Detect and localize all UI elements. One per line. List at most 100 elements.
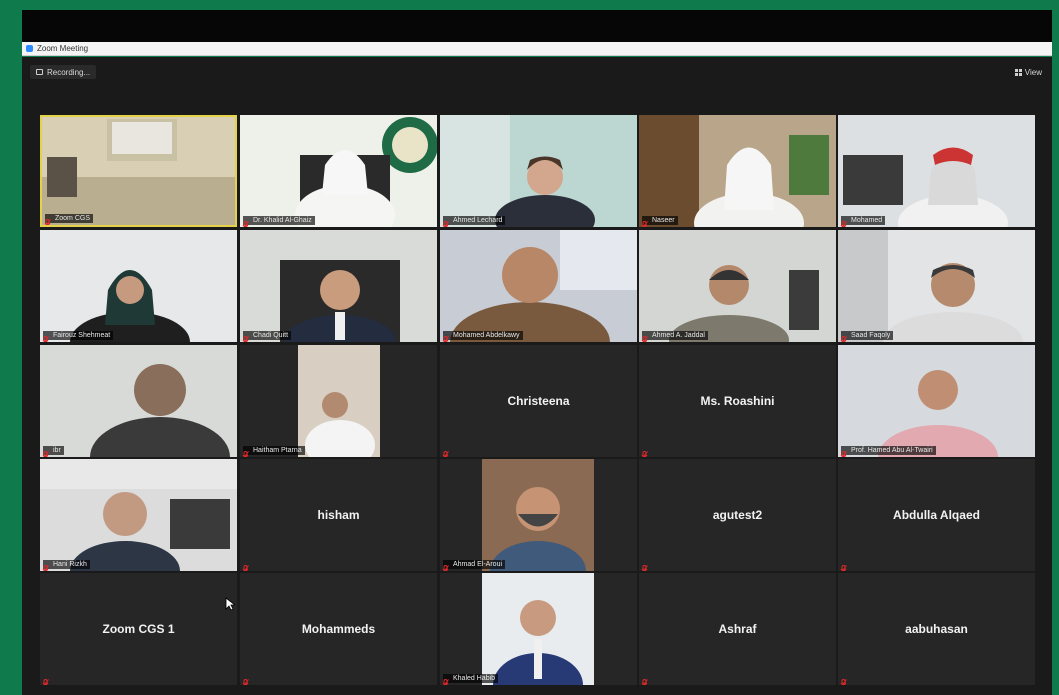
participant-tile[interactable]: Mohammeds	[240, 573, 437, 685]
muted-mic-icon	[840, 217, 847, 227]
participant-name: Dr. Khalid Al-Ghaiz	[243, 216, 315, 225]
participant-name: aabuhasan	[905, 622, 968, 636]
muted-mic-icon	[42, 447, 49, 457]
participant-tile[interactable]: Ms. Roashini	[639, 345, 836, 457]
participant-name: Zoom CGS 1	[102, 622, 175, 636]
muted-mic-icon	[442, 217, 449, 227]
participant-video	[838, 230, 1035, 342]
participant-tile[interactable]: Abdulla Alqaed	[838, 459, 1035, 571]
participant-video	[440, 115, 637, 227]
participant-name: Prof. Hamed Abu Al-Twairi	[841, 446, 936, 455]
muted-mic-icon	[44, 215, 51, 225]
meeting-toolbar: Recording... View	[22, 57, 1052, 87]
participant-name: Abdulla Alqaed	[893, 508, 980, 522]
participant-tile[interactable]: Fairouz Shehmeat	[40, 230, 237, 342]
recording-icon	[36, 69, 43, 75]
muted-mic-icon	[641, 675, 648, 685]
participant-tile[interactable]: aabuhasan	[838, 573, 1035, 685]
view-button[interactable]: View	[1014, 65, 1042, 79]
participant-tile[interactable]: Saad Faqoly	[838, 230, 1035, 342]
participant-tile[interactable]: Christeena	[440, 345, 637, 457]
participant-name: Mohamed Abdelkawy	[443, 331, 523, 340]
participant-name: Khaled Habib	[443, 674, 499, 683]
participant-video	[42, 117, 235, 225]
muted-mic-icon	[840, 675, 847, 685]
participant-tile[interactable]: Zoom CGS	[40, 115, 237, 227]
muted-mic-icon	[641, 217, 648, 227]
participant-tile[interactable]: ibr	[40, 345, 237, 457]
participant-video	[40, 230, 237, 342]
window-titlebar: Zoom Meeting	[22, 42, 1052, 56]
muted-mic-icon	[840, 447, 847, 457]
top-black-bar	[22, 10, 1052, 42]
participant-video	[639, 230, 836, 342]
muted-mic-icon	[641, 561, 648, 571]
participant-tile[interactable]: agutest2	[639, 459, 836, 571]
participant-tile[interactable]: Ahmed A. Jaddal	[639, 230, 836, 342]
muted-mic-icon	[442, 675, 449, 685]
participant-tile[interactable]: Haitham Ptarna	[240, 345, 437, 457]
participant-video	[440, 230, 637, 342]
muted-mic-icon	[840, 561, 847, 571]
participant-tile[interactable]: hisham	[240, 459, 437, 571]
recording-label: Recording...	[47, 67, 91, 77]
participant-video	[440, 573, 637, 685]
muted-mic-icon	[641, 447, 648, 457]
participant-name: Zoom CGS	[45, 214, 94, 223]
participant-tile[interactable]: Chadi Quitt	[240, 230, 437, 342]
participant-name: Chadi Quitt	[243, 331, 292, 340]
muted-mic-icon	[42, 561, 49, 571]
participant-tile[interactable]: Mohamed	[838, 115, 1035, 227]
muted-mic-icon	[442, 561, 449, 571]
participant-tile[interactable]: Mohamed Abdelkawy	[440, 230, 637, 342]
participant-name: Mohamed	[841, 216, 886, 225]
participant-video	[639, 115, 836, 227]
participant-video	[240, 345, 437, 457]
participant-name: Ms. Roashini	[700, 394, 775, 408]
participant-name: hisham	[317, 508, 360, 522]
participant-video	[440, 459, 637, 571]
participant-name: Mohammeds	[301, 622, 376, 636]
view-label: View	[1024, 67, 1042, 77]
muted-mic-icon	[641, 332, 648, 342]
participant-tile[interactable]: Dr. Khalid Al-Ghaiz	[240, 115, 437, 227]
participant-video	[838, 115, 1035, 227]
participant-tile[interactable]: Ahmed Lechard	[440, 115, 637, 227]
participant-video	[240, 115, 437, 227]
muted-mic-icon	[242, 675, 249, 685]
zoom-app-icon	[26, 45, 33, 52]
muted-mic-icon	[442, 332, 449, 342]
mouse-cursor-icon	[225, 597, 235, 611]
participant-video	[40, 459, 237, 571]
gallery-grid-icon	[1014, 68, 1022, 76]
participant-name: Ahmed A. Jaddal	[642, 331, 708, 340]
participant-video	[838, 345, 1035, 457]
muted-mic-icon	[242, 217, 249, 227]
participant-tile[interactable]: Hani Rizkh	[40, 459, 237, 571]
participant-name: Ahmad El-Aroui	[443, 560, 506, 569]
muted-mic-icon	[242, 561, 249, 571]
muted-mic-icon	[242, 447, 249, 457]
participant-name: Ahmed Lechard	[443, 216, 506, 225]
participant-tile[interactable]: Zoom CGS 1	[40, 573, 237, 685]
participant-name: agutest2	[712, 508, 763, 522]
participant-name: Ashraf	[718, 622, 757, 636]
participant-name: Haitham Ptarna	[243, 446, 305, 455]
participant-name: Hani Rizkh	[43, 560, 90, 569]
muted-mic-icon	[242, 332, 249, 342]
muted-mic-icon	[42, 332, 49, 342]
muted-mic-icon	[42, 675, 49, 685]
participant-name: Fairouz Shehmeat	[43, 331, 114, 340]
participant-name: Christeena	[507, 394, 570, 408]
participant-tile[interactable]: Naseer	[639, 115, 836, 227]
participant-video	[240, 230, 437, 342]
participant-tile[interactable]: Khaled Habib	[440, 573, 637, 685]
muted-mic-icon	[442, 447, 449, 457]
recording-indicator[interactable]: Recording...	[30, 65, 97, 79]
window-title: Zoom Meeting	[37, 44, 89, 53]
participant-video	[40, 345, 237, 457]
participant-tile[interactable]: Prof. Hamed Abu Al-Twairi	[838, 345, 1035, 457]
participant-tile[interactable]: Ashraf	[639, 573, 836, 685]
participant-tile[interactable]: Ahmad El-Aroui	[440, 459, 637, 571]
muted-mic-icon	[840, 332, 847, 342]
